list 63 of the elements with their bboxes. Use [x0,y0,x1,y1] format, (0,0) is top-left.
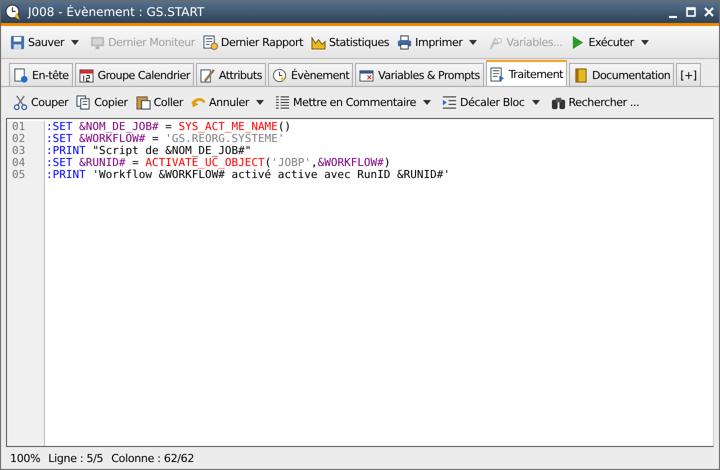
code-line: :PRINT 'Workflow &WORKFLOW# activé active avec RunID &RUNID#' [46,169,451,181]
maximize-icon[interactable] [685,6,697,18]
line-number: 04 [12,157,26,169]
clock-icon [5,4,22,20]
clipboard-icon [136,95,151,110]
window-icon [359,68,374,82]
tab[interactable]: Attributs [196,63,266,86]
status-text: Colonne : 62/62 [111,452,194,464]
line-number: 03 [12,145,26,157]
line-number: 05 [12,169,26,181]
floppy-icon [10,34,25,50]
toolbar-button[interactable]: Sauver [7,32,68,52]
undo-arrow-icon [191,95,206,110]
caret-icon[interactable] [71,40,80,44]
toolbar-button[interactable]: Mettre en Commentaire [272,93,420,112]
line-number: 01 [12,121,26,133]
caret-icon[interactable] [640,40,649,44]
tab[interactable]: Évènement [268,63,354,86]
calendar-icon [78,68,94,82]
tab[interactable]: En-tête [9,63,73,86]
caret-icon[interactable] [469,40,478,44]
window-title: J008 - Évènement : GS.START [28,5,206,19]
code-line: :PRINT "Script de &NOM_DE_JOB#" [46,145,252,157]
toolbar-button[interactable]: Couper [10,93,72,112]
pen-icon [200,68,215,82]
toolbar-button[interactable]: Décaler Bloc [439,93,528,112]
clock-icon [272,68,287,82]
caret-icon[interactable] [423,100,432,105]
line-number: 02 [12,133,26,145]
toolbar-button[interactable]: Copier [73,93,131,112]
indent-icon [442,95,458,110]
toolbar-button[interactable]: Annuler [188,93,252,112]
binoculars-icon [550,95,566,110]
caret-icon[interactable] [256,100,264,105]
report-clock-icon [202,34,218,50]
tab[interactable]: [+] [676,63,701,86]
list-arrow-icon [490,66,505,82]
toolbar-button[interactable]: Rechercher ... [548,93,642,112]
lines-icon [275,95,290,110]
book-icon [572,68,588,82]
toolbar-button[interactable]: Imprimer [394,32,466,52]
toolbar-button[interactable]: Exécuter [567,32,637,52]
printer-icon [397,34,412,50]
code-line: :SET &WORKFLOW# = 'GS.REORG.SYSTEME' [46,133,286,145]
play-icon [570,34,586,50]
copy-icon [76,95,92,110]
scissors-icon [13,95,28,110]
toolbar-button[interactable]: Dernier Rapport [200,32,306,52]
status-text: Ligne : 5/5 [48,452,104,464]
close-icon[interactable] [703,6,715,18]
caret-icon[interactable] [532,100,540,105]
tab[interactable]: Traitement [486,60,567,86]
code-line: :SET &RUNID# = ACTIVATE_UC_OBJECT('JOBP',&WORKFLOW#) [46,157,392,169]
status-text: 100% [10,452,40,464]
monitor-icon [90,34,106,50]
code-editor[interactable] [6,118,714,447]
toolbar-button[interactable]: Statistiques [308,32,392,52]
tab[interactable]: Documentation [568,63,674,86]
document-info-icon [13,68,28,82]
toolbar-button[interactable]: Coller [132,93,186,112]
code-line: :SET &NOM_DE_JOB# = SYS_ACT_ME_NAME() [46,121,292,133]
tab[interactable]: Groupe Calendrier [74,63,194,86]
tab[interactable]: Variables & Prompts [355,63,484,86]
